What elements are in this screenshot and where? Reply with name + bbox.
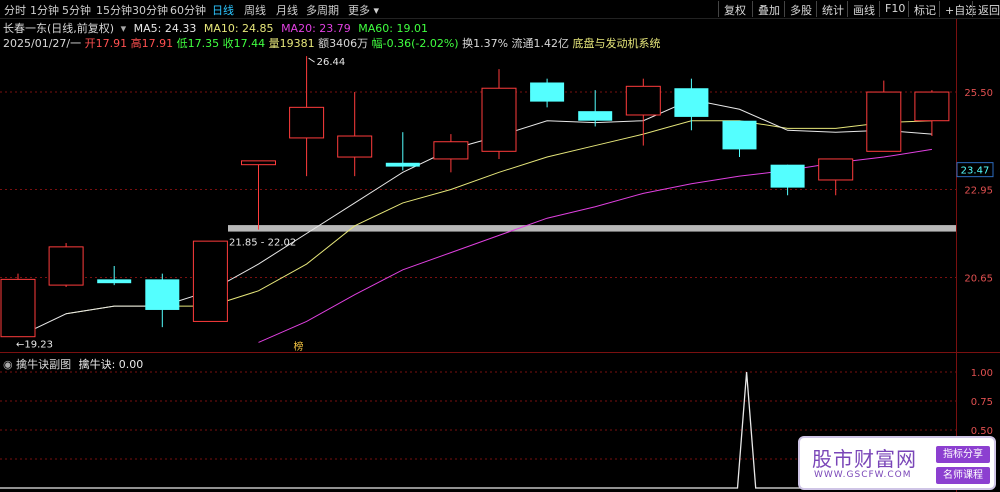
annotation-low: ←19.23 <box>16 340 53 351</box>
watermark-logo: 股市财富网 WWW.GSCFW.COM 指标分享 名师课程 <box>798 436 996 490</box>
sub-y-tick-0: 1.00 <box>971 368 993 379</box>
candle-body-4 <box>192 240 228 322</box>
watermark-tag-share[interactable]: 指标分享 <box>936 446 990 463</box>
candle-body-16 <box>770 164 805 188</box>
candle-body-10 <box>481 87 517 152</box>
y-tick-0: 25.50 <box>964 88 993 99</box>
candle-body-15 <box>722 120 757 150</box>
candle-body-1 <box>48 246 84 286</box>
y-tick-2: 20.65 <box>964 273 993 284</box>
annotation-high-arrow <box>308 57 315 63</box>
signal-marker: 榜 <box>294 340 304 353</box>
candle-body-6 <box>289 106 325 139</box>
candle-body-11 <box>530 82 565 102</box>
chart-canvas: 25.5022.9520.6521.85 - 22.02←19.2326.44榜… <box>0 19 1000 492</box>
annotation-high: 26.44 <box>317 57 346 68</box>
last-price-label: 23.47 <box>961 166 990 177</box>
candle-body-8 <box>385 162 420 167</box>
candle-body-7 <box>337 135 373 158</box>
candle-body-2 <box>97 279 132 284</box>
candle-body-5 <box>241 160 276 166</box>
watermark-tag-course[interactable]: 名师课程 <box>936 467 990 484</box>
sub-y-tick-1: 0.75 <box>971 397 993 408</box>
support-band <box>228 225 956 232</box>
watermark-url: WWW.GSCFW.COM <box>814 470 912 480</box>
candle-body-12 <box>578 111 613 121</box>
watermark-title: 股市财富网 <box>812 447 917 471</box>
candle-body-14 <box>674 88 709 117</box>
candle-body-13 <box>625 85 661 116</box>
candle-body-19 <box>914 91 950 122</box>
candle-body-17 <box>818 158 854 181</box>
y-tick-1: 22.95 <box>964 186 993 197</box>
candle-body-3 <box>145 279 180 310</box>
candle-body-18 <box>866 91 902 152</box>
candle-body-0 <box>0 278 36 338</box>
candle-body-9 <box>433 141 469 160</box>
